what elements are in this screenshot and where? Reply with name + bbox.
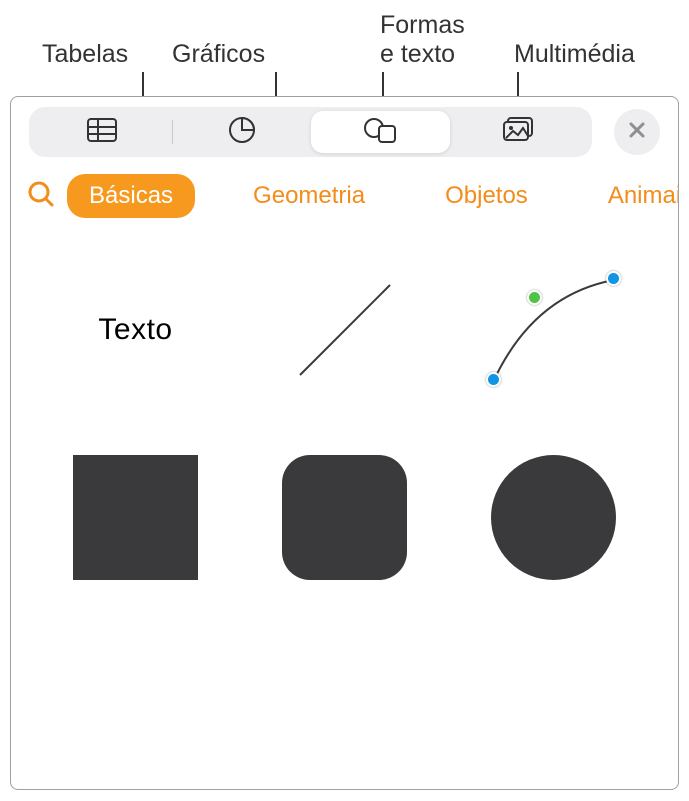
category-tab-geometry[interactable]: Geometria bbox=[231, 174, 387, 218]
shapes-grid: Texto bbox=[11, 225, 678, 620]
shape-text-box[interactable]: Texto bbox=[98, 313, 172, 347]
charts-button[interactable] bbox=[173, 111, 312, 153]
shape-line[interactable] bbox=[285, 270, 405, 390]
shape-circle[interactable] bbox=[491, 455, 616, 580]
curve-control-handle-icon bbox=[527, 290, 542, 305]
table-icon bbox=[86, 116, 118, 149]
shape-curve[interactable] bbox=[479, 265, 629, 395]
close-button[interactable] bbox=[614, 109, 660, 155]
close-icon bbox=[627, 120, 647, 145]
shape-rounded-rectangle[interactable] bbox=[282, 455, 407, 580]
category-tabs-row: Básicas Geometria Objetos Animais bbox=[11, 167, 678, 225]
search-button[interactable] bbox=[27, 180, 55, 212]
media-icon bbox=[502, 116, 536, 149]
search-icon bbox=[27, 180, 55, 213]
curve-handle-icon bbox=[486, 372, 501, 387]
insert-toolbar bbox=[11, 97, 678, 167]
shapes-text-button[interactable] bbox=[311, 111, 450, 153]
shapes-icon bbox=[362, 115, 398, 150]
insert-segmented-control bbox=[29, 107, 592, 157]
callout-charts-label: Gráficos bbox=[172, 41, 265, 69]
category-tab-animals[interactable]: Animais bbox=[586, 174, 679, 218]
pie-chart-icon bbox=[227, 115, 257, 150]
callout-shapes-label-line2: e texto bbox=[380, 41, 455, 69]
category-tab-basic[interactable]: Básicas bbox=[67, 174, 195, 218]
insert-panel: Básicas Geometria Objetos Animais Texto bbox=[10, 96, 679, 790]
media-button[interactable] bbox=[450, 111, 589, 153]
callout-tables-label: Tabelas bbox=[42, 41, 128, 69]
tables-button[interactable] bbox=[33, 111, 172, 153]
category-tab-objects[interactable]: Objetos bbox=[423, 174, 550, 218]
callout-media-label: Multimédia bbox=[514, 41, 635, 69]
shape-square[interactable] bbox=[73, 455, 198, 580]
curve-handle-icon bbox=[606, 271, 621, 286]
callout-shapes-label-line1: Formas bbox=[380, 12, 465, 40]
